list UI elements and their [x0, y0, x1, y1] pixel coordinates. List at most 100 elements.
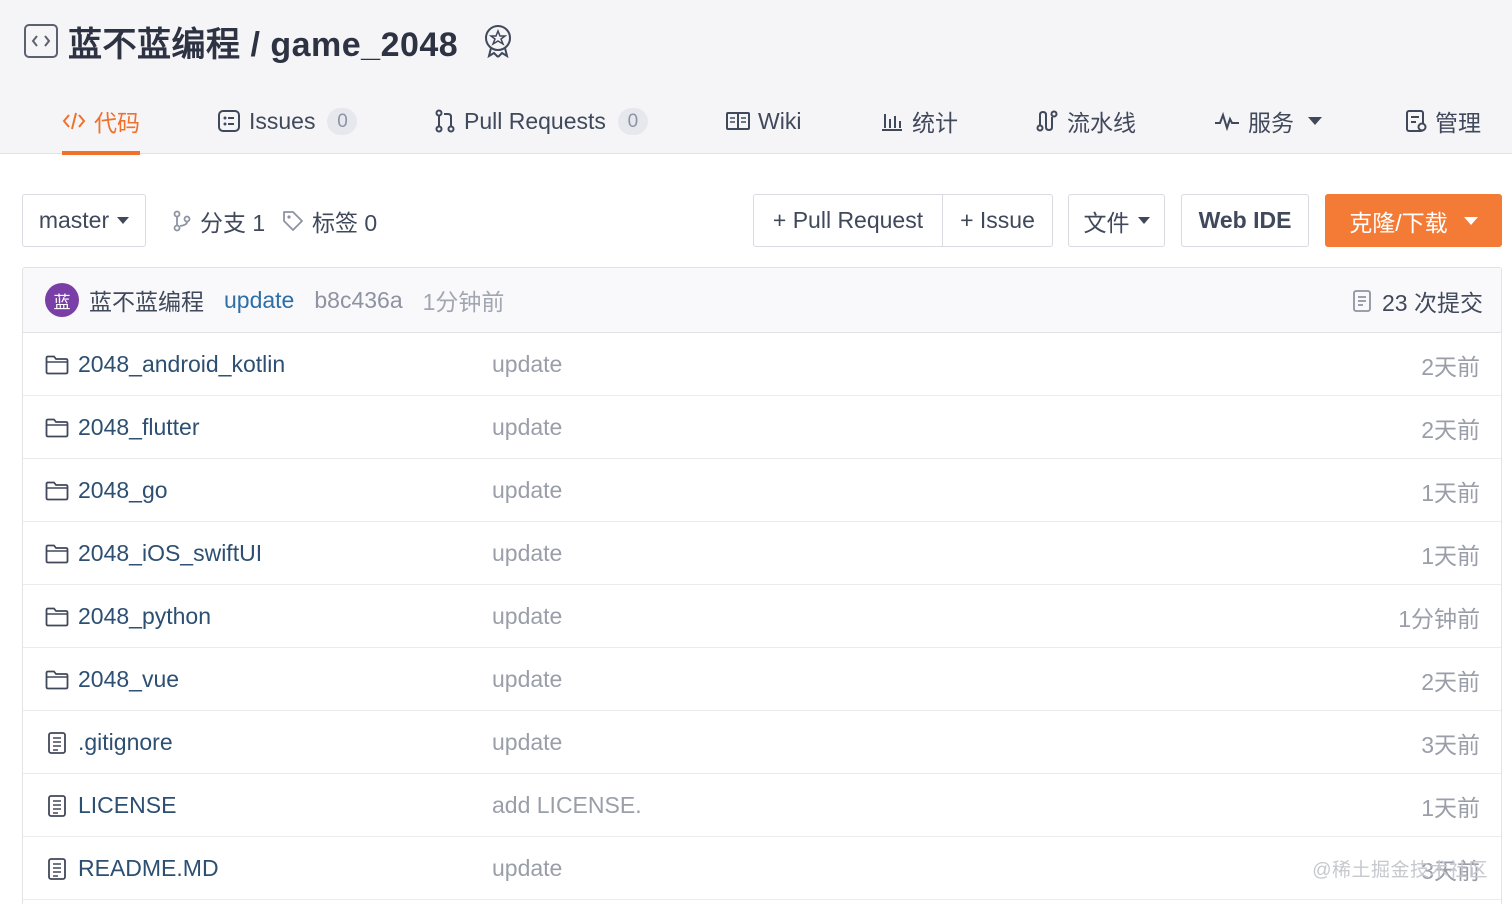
file-row[interactable]: 2048_flutter update 2天前	[23, 396, 1501, 459]
file-list: 蓝 蓝不蓝编程 update b8c436a 1分钟前 23 次提交 2048_…	[22, 267, 1502, 904]
file-row[interactable]: 2048_go update 1天前	[23, 459, 1501, 522]
file-commit-message[interactable]: update	[492, 648, 562, 711]
new-issue-button[interactable]: + Issue	[942, 194, 1053, 247]
file-commit-time: 1天前	[1421, 542, 1480, 569]
tab-pipeline[interactable]: 流水线	[1035, 88, 1136, 154]
file-name: 2048_python	[78, 603, 212, 629]
folder-icon	[45, 670, 69, 689]
wiki-icon	[726, 112, 750, 130]
file-menu-label: 文件	[1083, 209, 1130, 236]
new-pull-request-button[interactable]: + Pull Request	[753, 194, 943, 247]
folder-icon	[45, 544, 69, 563]
commit-count: 23 次提交	[1382, 289, 1483, 316]
folder-icon	[45, 607, 69, 626]
commit-hash[interactable]: b8c436a	[314, 287, 402, 314]
file-row[interactable]: 2048_android_kotlin update 2天前	[23, 333, 1501, 396]
file-row[interactable]: 2048_vue update 2天前	[23, 648, 1501, 711]
file-row[interactable]: 2048_iOS_swiftUI update 1天前	[23, 522, 1501, 585]
file-commit-time: 2天前	[1421, 353, 1480, 380]
branch-select[interactable]: master	[22, 194, 146, 247]
file-commit-time: 1天前	[1421, 794, 1480, 821]
tags-link[interactable]: 标签 0	[282, 194, 377, 247]
file-name-link[interactable]: README.MD	[45, 837, 219, 900]
file-commit-message[interactable]: update	[492, 522, 562, 585]
issues-count-badge: 0	[327, 107, 358, 135]
issues-icon	[218, 110, 240, 132]
file-commit-time: 3天前	[1421, 731, 1480, 758]
tab-manage[interactable]: 管理	[1405, 88, 1481, 154]
watermark: @稀土掘金技术社区	[1312, 860, 1488, 881]
file-commit-message[interactable]: update	[492, 333, 562, 396]
folder-icon	[45, 418, 69, 437]
file-commit-message[interactable]: update	[492, 837, 562, 900]
file-name-link[interactable]: .gitignore	[45, 711, 173, 774]
chevron-down-icon	[117, 217, 130, 224]
commits-icon	[1353, 289, 1371, 312]
tab-label: Issues	[249, 107, 316, 134]
pr-count-badge: 0	[617, 107, 648, 135]
commit-time: 1分钟前	[422, 289, 505, 315]
tab-label: 服务	[1248, 110, 1294, 136]
clone-label: 克隆/下载	[1349, 209, 1448, 236]
clone-download-button[interactable]: 克隆/下载	[1325, 194, 1502, 247]
tag-icon	[283, 210, 303, 231]
manage-icon	[1406, 110, 1427, 132]
file-commit-message[interactable]: update	[492, 585, 562, 648]
file-commit-message[interactable]: update	[492, 711, 562, 774]
file-name: 2048_iOS_swiftUI	[78, 540, 263, 566]
file-name-link[interactable]: 2048_flutter	[45, 396, 199, 459]
file-name-link[interactable]: LICENSE	[45, 774, 176, 837]
file-commit-message[interactable]: update	[492, 396, 562, 459]
tab-wiki[interactable]: Wiki	[726, 88, 801, 154]
file-name-link[interactable]: 2048_python	[45, 585, 211, 648]
tab-code[interactable]: 代码	[62, 88, 140, 155]
file-name: .gitignore	[78, 729, 173, 755]
tab-issues[interactable]: Issues 0	[217, 88, 358, 154]
branches-count: 分支 1	[200, 209, 266, 236]
file-row[interactable]: LICENSE add LICENSE. 1天前	[23, 774, 1501, 837]
file-name: 2048_android_kotlin	[78, 351, 286, 377]
file-name: 2048_flutter	[78, 414, 200, 440]
pull-request-icon	[435, 109, 455, 133]
file-name: 2048_vue	[78, 666, 180, 692]
branch-icon	[173, 210, 191, 231]
recommend-badge-icon	[482, 23, 514, 59]
tab-stats[interactable]: 统计	[880, 88, 958, 154]
tags-count: 标签 0	[312, 209, 378, 236]
branches-link[interactable]: 分支 1	[172, 194, 265, 247]
file-menu-button[interactable]: 文件	[1068, 194, 1165, 247]
file-name-link[interactable]: 2048_iOS_swiftUI	[45, 522, 262, 585]
file-commit-time: 1分钟前	[1398, 605, 1480, 632]
commit-message[interactable]: update	[224, 287, 294, 314]
avatar[interactable]: 蓝	[45, 283, 79, 317]
repo-name[interactable]: 蓝不蓝编程 / game_2048	[68, 17, 458, 66]
folder-icon	[45, 481, 69, 500]
file-row[interactable]: .gitignore update 3天前	[23, 711, 1501, 774]
file-icon	[48, 731, 66, 754]
file-commit-message[interactable]: add LICENSE.	[492, 774, 642, 837]
pulse-icon	[1215, 111, 1239, 131]
repo-tabs: 代码 Issues 0 Pull Requests 0 Wiki 统计 流水线 …	[22, 88, 1492, 155]
file-name-link[interactable]: 2048_vue	[45, 648, 179, 711]
tab-pull-requests[interactable]: Pull Requests 0	[434, 88, 648, 154]
web-ide-button[interactable]: Web IDE	[1181, 194, 1309, 247]
tab-services[interactable]: 服务	[1214, 88, 1322, 154]
file-name: 2048_go	[78, 477, 168, 503]
file-icon	[48, 857, 66, 880]
file-row[interactable]: README.MD update 3天前	[23, 837, 1501, 900]
folder-icon	[45, 355, 69, 374]
file-name: LICENSE	[78, 792, 177, 818]
commit-author[interactable]: 蓝不蓝编程	[89, 283, 204, 317]
file-name-link[interactable]: 2048_android_kotlin	[45, 333, 285, 396]
file-row[interactable]: 2048_python update 1分钟前	[23, 585, 1501, 648]
tab-label: Wiki	[758, 107, 802, 134]
tab-label: 统计	[912, 110, 958, 136]
tab-label: 流水线	[1067, 110, 1136, 136]
file-commit-message[interactable]: update	[492, 459, 562, 522]
chevron-down-icon	[1463, 216, 1478, 225]
tab-label: 代码	[94, 110, 140, 136]
file-name-link[interactable]: 2048_go	[45, 459, 168, 522]
branch-name: master	[38, 207, 110, 233]
commit-count-link[interactable]: 23 次提交	[1352, 268, 1483, 333]
pipeline-icon	[1036, 110, 1058, 132]
